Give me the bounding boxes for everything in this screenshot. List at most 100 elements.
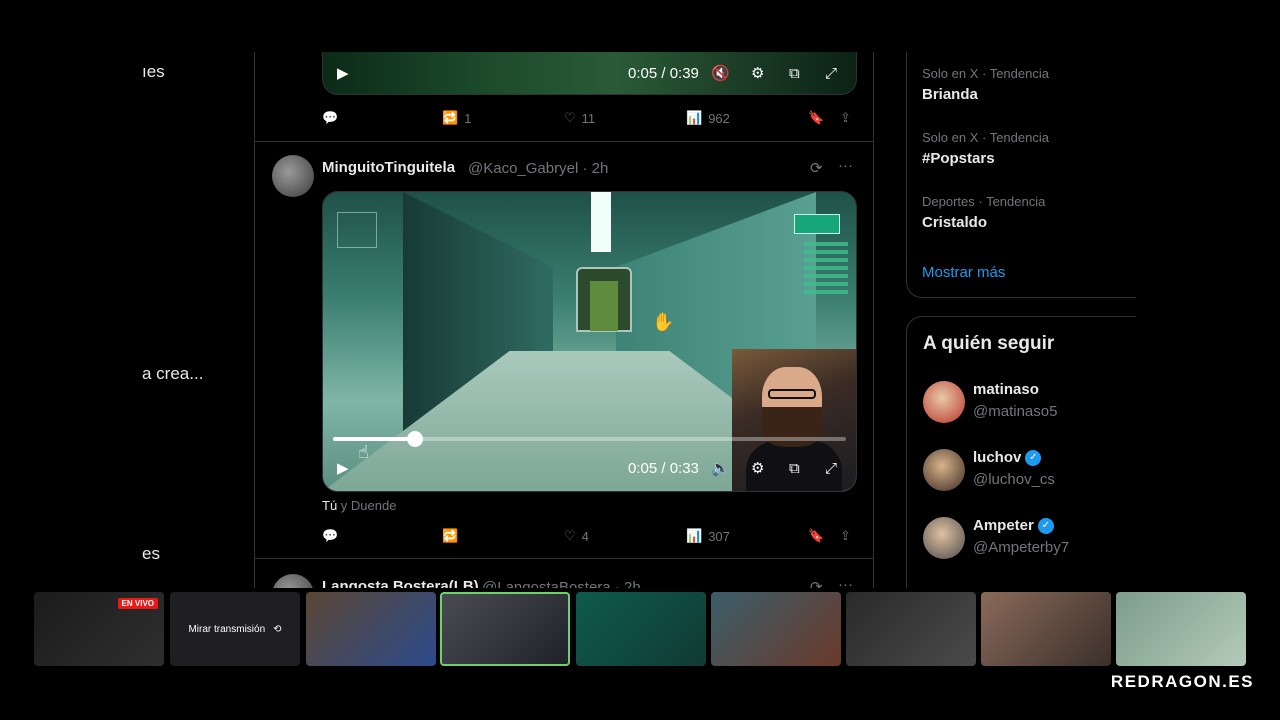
game-hud-list <box>804 242 848 294</box>
stream-thumbnail-selected[interactable] <box>440 592 570 666</box>
follow-suggestion[interactable]: matinaso @matinaso5 <box>923 381 1133 425</box>
muted-icon[interactable]: 🔇 <box>711 64 730 82</box>
grok-icon[interactable]: ⟳ <box>810 159 823 177</box>
repost-count: 1 <box>464 110 472 126</box>
pip-icon[interactable]: ⧉ <box>789 65 800 82</box>
sync-icon[interactable]: ⟲ <box>273 624 281 635</box>
reply-button[interactable]: 💬 <box>322 110 344 126</box>
next-post-header: Langosta Bostera(LB) @LangostaBostera · … <box>272 574 857 588</box>
watch-stream-label: Mirar transmisión <box>188 623 266 635</box>
stream-thumbnail[interactable] <box>981 592 1111 666</box>
repost-button[interactable]: 🔁 <box>442 528 464 544</box>
follow-suggestion[interactable]: luchov ✓ @luchov_cs <box>923 449 1133 493</box>
stream-thumbnail[interactable] <box>306 592 436 666</box>
post-display-name[interactable]: Langosta Bostera(LB) <box>322 578 479 588</box>
trend-meta: Deportes · Tendencia <box>922 194 1046 209</box>
avatar[interactable] <box>923 449 965 491</box>
left-nav-fragment: a crea... <box>142 364 204 383</box>
game-hud-badge <box>794 214 840 234</box>
hand-cursor-icon: ✋ <box>652 312 675 332</box>
play-icon[interactable]: ▶ <box>337 64 349 82</box>
liked-by-you: Tú <box>322 498 338 513</box>
stream-thumbnail[interactable]: EN VIVO <box>34 592 164 666</box>
liked-by-text[interactable]: Tú y Duende <box>322 498 396 513</box>
fullscreen-icon[interactable]: ⤢ <box>825 65 837 82</box>
more-options-icon[interactable]: ··· <box>838 576 853 588</box>
video-scrubber-handle[interactable] <box>407 431 424 447</box>
account-name-text: Ampeter <box>973 517 1034 534</box>
trend-meta: Solo en X · Tendencia <box>922 66 1049 81</box>
watch-stream-tile[interactable]: Mirar transmisión ⟲ <box>170 592 300 666</box>
trend-meta: Solo en X · Tendencia <box>922 130 1049 145</box>
pip-icon[interactable]: ⧉ <box>789 460 800 477</box>
avatar[interactable] <box>272 155 314 197</box>
trend-name: Brianda <box>922 86 978 103</box>
account-name: Ampeter ✓ <box>973 517 1054 534</box>
corridor-door <box>576 267 632 332</box>
game-hud-minimap <box>337 212 377 248</box>
video-progress-fill <box>333 437 416 441</box>
stream-thumbnail[interactable] <box>846 592 976 666</box>
like-button[interactable]: ♡ 4 <box>564 528 589 544</box>
video-time: 0:05 / 0:33 <box>628 459 699 477</box>
view-count: 962 <box>708 110 730 126</box>
view-count: 307 <box>708 528 730 544</box>
stream-thumbnail[interactable] <box>576 592 706 666</box>
stream-thumbnail[interactable] <box>711 592 841 666</box>
post-display-name[interactable]: MinguitoTinguitela <box>322 159 455 176</box>
repost-button[interactable]: 🔁 1 <box>442 110 471 126</box>
liked-by-rest: y Duende <box>337 498 397 513</box>
video-player-top[interactable]: ▶ 0:05 / 0:39 🔇 ⚙ ⧉ ⤢ <box>322 52 857 95</box>
post-handle[interactable]: @Kaco_Gabryel · 2h <box>468 160 608 177</box>
account-name-text: luchov <box>973 449 1022 466</box>
like-button[interactable]: ♡ 11 <box>564 110 595 126</box>
trend-item[interactable]: Solo en X · Tendencia Brianda <box>922 66 1049 103</box>
more-options-icon[interactable]: ··· <box>838 157 853 174</box>
share-icon[interactable]: ⇪ <box>840 110 851 126</box>
trend-item[interactable]: Deportes · Tendencia Cristaldo <box>922 194 1045 231</box>
video-time: 0:05 / 0:39 <box>628 64 699 82</box>
post-divider <box>255 558 873 559</box>
avatar[interactable] <box>923 517 965 559</box>
ceiling-light <box>591 192 611 252</box>
settings-icon[interactable]: ⚙ <box>751 64 764 82</box>
follow-suggestion[interactable]: Ampeter ✓ @Ampeterby7 <box>923 517 1133 561</box>
account-name: luchov ✓ <box>973 449 1042 466</box>
views-button[interactable]: 📊 962 <box>686 110 730 126</box>
post-divider <box>255 141 873 142</box>
trend-name: #Popstars <box>922 150 995 167</box>
left-nav-fragment: es <box>142 544 160 563</box>
bookmark-icon[interactable]: 🔖 <box>808 528 824 544</box>
live-badge: EN VIVO <box>117 598 158 609</box>
account-handle: @matinaso5 <box>973 403 1058 420</box>
account-handle: @luchov_cs <box>973 471 1055 488</box>
video-player[interactable]: ▶ 0:05 / 0:33 🔈 ⚙ ⧉ ⤢ <box>322 191 857 492</box>
views-button[interactable]: 📊 307 <box>686 528 730 544</box>
who-to-follow-title: A quién seguir <box>923 333 1055 354</box>
account-name: matinaso <box>973 381 1039 398</box>
account-handle: @Ampeterby7 <box>973 539 1070 556</box>
post-handle[interactable]: @LangostaBostera · 2h <box>482 579 641 588</box>
post-actions: 💬 🔁 ♡ 4 📊 307 🔖 ⇪ <box>322 528 857 552</box>
video-progress-bar[interactable] <box>333 431 846 447</box>
timeline-feed[interactable]: ▶ 0:05 / 0:39 🔇 ⚙ ⧉ ⤢ 💬 🔁 1 ♡ 11 📊 962 🔖 ⇪ … <box>254 52 874 588</box>
verified-badge-icon: ✓ <box>1025 449 1042 466</box>
avatar[interactable] <box>923 381 965 423</box>
play-icon[interactable]: ▶ <box>337 459 349 477</box>
share-icon[interactable]: ⇪ <box>840 528 851 544</box>
show-more-link[interactable]: Mostrar más <box>922 264 1005 281</box>
like-count: 4 <box>581 528 589 544</box>
post-actions-top: 💬 🔁 1 ♡ 11 📊 962 🔖 ⇪ <box>322 110 857 134</box>
left-nav-fragment: ıes <box>142 62 165 81</box>
fullscreen-icon[interactable]: ⤢ <box>825 460 837 477</box>
settings-icon[interactable]: ⚙ <box>751 459 764 477</box>
grok-icon[interactable]: ⟳ <box>810 578 823 588</box>
volume-icon[interactable]: 🔈 <box>711 459 730 477</box>
verified-badge-icon: ✓ <box>1037 517 1054 534</box>
stream-thumbnail-strip: EN VIVO Mirar transmisión ⟲ <box>0 588 1280 720</box>
trend-item[interactable]: Solo en X · Tendencia #Popstars <box>922 130 1049 167</box>
who-to-follow-panel: A quién seguir matinaso @matinaso5 lucho… <box>906 316 1136 596</box>
bookmark-icon[interactable]: 🔖 <box>808 110 824 126</box>
avatar[interactable] <box>272 574 314 588</box>
reply-button[interactable]: 💬 <box>322 528 344 544</box>
